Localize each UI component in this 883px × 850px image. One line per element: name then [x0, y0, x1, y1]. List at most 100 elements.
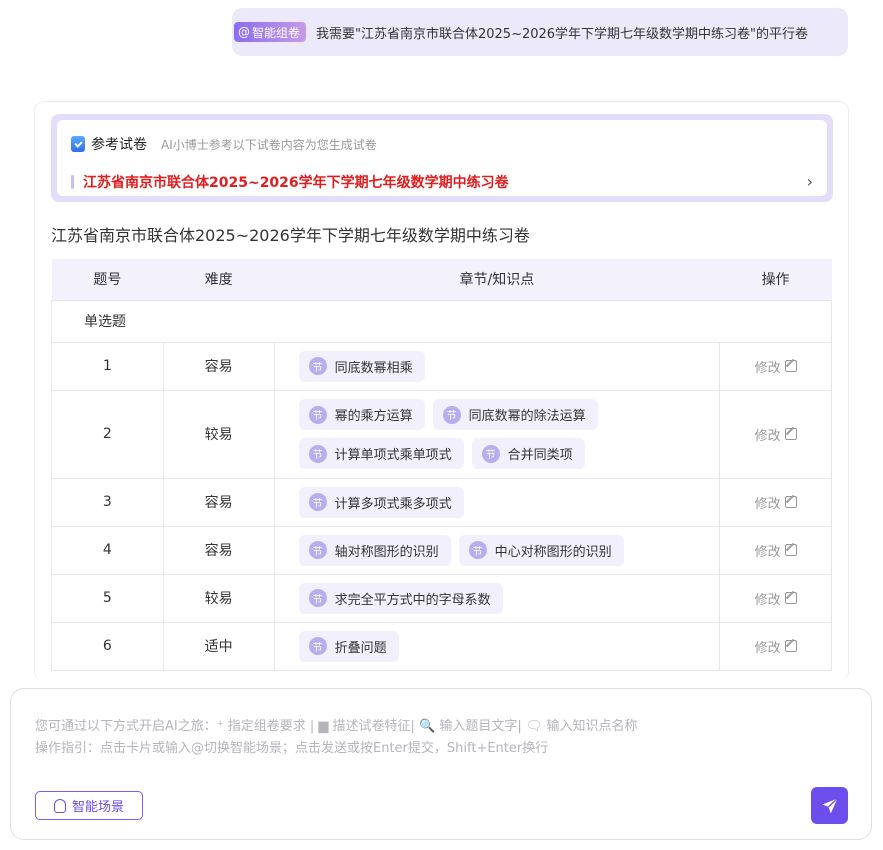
composer-hint-line2: 操作指引：点击卡片或输入@切换智能场景；点击发送或按Enter提交，Shift+… — [35, 741, 549, 756]
checklist-doc-icon — [71, 136, 85, 152]
edit-label: 修改 — [754, 428, 781, 444]
smart-scene-button[interactable]: 智能场景 — [35, 791, 143, 820]
knowledge-point-label: 中心对称图形的识别 — [494, 544, 612, 560]
row-actions: 修改 — [719, 525, 832, 575]
edit-icon — [784, 592, 797, 604]
user-message-text: 我需要"江苏省南京市联合体2025~2026学年下学期七年级数学期中练习卷"的平… — [316, 26, 809, 42]
knowledge-point-label: 幂的乘方运算 — [334, 409, 413, 424]
knowledge-point-label: 计算多项式乘多项式 — [334, 496, 452, 512]
section-badge-icon: 节 — [308, 357, 327, 375]
edit-label: 修改 — [754, 640, 781, 656]
edit-label: 修改 — [754, 360, 781, 376]
paper-plane-icon — [822, 797, 838, 813]
chat-composer[interactable]: 您可通过以下方式开启AI之旅：⁺ 指定组卷要求 | ▆ 描述试卷特征| 🔍 输入… — [10, 688, 872, 840]
at-icon: @ — [238, 25, 250, 39]
question-number: 5 — [51, 573, 164, 623]
mode-tag-label: 智能组卷 — [252, 25, 301, 40]
header-difficulty: 难度 — [163, 259, 275, 300]
edit-button[interactable]: 修改 — [755, 493, 797, 512]
knowledge-point-chip[interactable]: 节合并同类项 — [471, 438, 585, 469]
table-row: 3 容易节计算多项式乘多项式 修改 — [51, 477, 832, 527]
smart-scene-label: 智能场景 — [71, 800, 124, 815]
header-topics: 章节/知识点 — [274, 259, 720, 300]
reference-paper-link[interactable]: 江苏省南京市联合体2025~2026学年下学期七年级数学期中练习卷 — [83, 172, 509, 192]
knowledge-point-chip[interactable]: 节同底数幂相乘 — [298, 350, 425, 382]
edit-label: 修改 — [754, 496, 781, 512]
knowledge-point-label: 合并同类项 — [507, 448, 573, 463]
knowledge-point-label: 求完全平方式中的字母系数 — [334, 592, 491, 608]
question-topics: 节折叠问题 — [273, 621, 721, 671]
section-badge-icon: 节 — [308, 637, 327, 655]
section-badge-icon: 节 — [308, 405, 327, 424]
knowledge-point-chip[interactable]: 节折叠问题 — [298, 630, 399, 662]
question-topics: 节轴对称图形的识别节中心对称图形的识别 — [273, 525, 721, 575]
knowledge-point-label: 轴对称图形的识别 — [334, 544, 439, 560]
mode-tag[interactable]: @ 智能组卷 — [234, 22, 307, 42]
knowledge-point-label: 同底数幂相乘 — [334, 360, 413, 376]
paper-title: 江苏省南京市联合体2025~2026学年下学期七年级数学期中练习卷 — [51, 226, 530, 245]
section-badge-icon: 节 — [308, 589, 327, 607]
section-badge-icon: 节 — [308, 541, 327, 559]
question-topics: 节同底数幂相乘 — [273, 341, 721, 391]
edit-icon — [784, 640, 797, 652]
question-topics: 节幂的乘方运算节同底数幂的除法运算节计算单项式乘单项式节合并同类项 — [273, 389, 721, 479]
question-number: 1 — [51, 341, 164, 391]
table-row: 6 适中节折叠问题 修改 — [51, 621, 832, 671]
reference-subtitle: AI小博士参考以下试卷内容为您生成试卷 — [161, 137, 377, 152]
knowledge-point-chip[interactable]: 节中心对称图形的识别 — [458, 534, 624, 566]
edit-label: 修改 — [754, 544, 781, 560]
knowledge-point-label: 计算单项式乘单项式 — [334, 448, 452, 463]
knowledge-point-chip[interactable]: 节计算多项式乘多项式 — [298, 486, 464, 518]
question-difficulty: 容易 — [162, 477, 275, 527]
row-actions: 修改 — [719, 341, 832, 391]
edit-button[interactable]: 修改 — [755, 541, 797, 560]
reference-paper-card[interactable]: 参考试卷 AI小博士参考以下试卷内容为您生成试卷 江苏省南京市联合体2025~2… — [57, 120, 827, 196]
table-row: 1 容易节同底数幂相乘 修改 — [51, 341, 832, 391]
section-badge-icon: 节 — [468, 541, 487, 559]
question-number: 3 — [51, 477, 164, 527]
question-number: 2 — [51, 389, 164, 479]
edit-icon — [784, 544, 797, 556]
assistant-response-card: 参考试卷 AI小博士参考以下试卷内容为您生成试卷 江苏省南京市联合体2025~2… — [34, 101, 849, 681]
knowledge-point-label: 折叠问题 — [334, 640, 387, 656]
table-row: 2 较易节幂的乘方运算节同底数幂的除法运算节计算单项式乘单项式节合并同类项 修改 — [51, 389, 832, 479]
knowledge-point-chip[interactable]: 节幂的乘方运算 — [298, 399, 425, 430]
question-number: 4 — [51, 525, 164, 575]
table-row: 4 容易节轴对称图形的识别节中心对称图形的识别 修改 — [51, 525, 832, 575]
question-difficulty: 适中 — [162, 621, 275, 671]
question-topics: 节求完全平方式中的字母系数 — [273, 573, 721, 623]
question-topics: 节计算多项式乘多项式 — [273, 477, 721, 527]
row-actions: 修改 — [719, 477, 832, 527]
reference-title: 参考试卷 — [91, 137, 147, 153]
question-table: 题号 难度 章节/知识点 操作 单选题 1 容易节同底数幂相乘 修改 2 较易节幂的乘方… — [51, 259, 832, 671]
edit-button[interactable]: 修改 — [755, 357, 797, 376]
row-actions: 修改 — [719, 573, 832, 623]
section-row: 单选题 — [51, 299, 832, 343]
section-label: 单选题 — [51, 299, 832, 343]
edit-button[interactable]: 修改 — [755, 637, 797, 656]
knowledge-point-chip[interactable]: 节轴对称图形的识别 — [298, 534, 451, 566]
question-number: 6 — [51, 621, 164, 671]
row-actions: 修改 — [719, 389, 832, 479]
question-difficulty: 容易 — [162, 341, 275, 391]
knowledge-point-chip[interactable]: 节计算单项式乘单项式 — [298, 438, 464, 469]
edit-icon — [784, 496, 797, 508]
edit-button[interactable]: 修改 — [755, 425, 797, 444]
section-badge-icon: 节 — [308, 444, 327, 463]
knowledge-point-chip[interactable]: 节求完全平方式中的字母系数 — [298, 582, 503, 614]
reference-accent-bar — [71, 175, 74, 189]
question-difficulty: 较易 — [162, 573, 275, 623]
chevron-right-icon[interactable]: › — [807, 172, 813, 191]
table-header-row: 题号 难度 章节/知识点 操作 — [51, 259, 832, 300]
knowledge-point-chip[interactable]: 节同底数幂的除法运算 — [432, 399, 598, 430]
knowledge-point-label: 同底数幂的除法运算 — [468, 409, 586, 424]
lightbulb-icon — [53, 798, 66, 813]
section-badge-icon: 节 — [442, 405, 461, 424]
edit-button[interactable]: 修改 — [755, 589, 797, 608]
edit-icon — [784, 428, 797, 440]
section-badge-icon: 节 — [308, 493, 327, 511]
composer-hint-line1: 您可通过以下方式开启AI之旅：⁺ 指定组卷要求 | ▆ 描述试卷特征| 🔍 输入… — [35, 719, 638, 734]
section-badge-icon: 节 — [481, 444, 500, 463]
question-difficulty: 容易 — [162, 525, 275, 575]
send-button[interactable] — [811, 787, 848, 824]
